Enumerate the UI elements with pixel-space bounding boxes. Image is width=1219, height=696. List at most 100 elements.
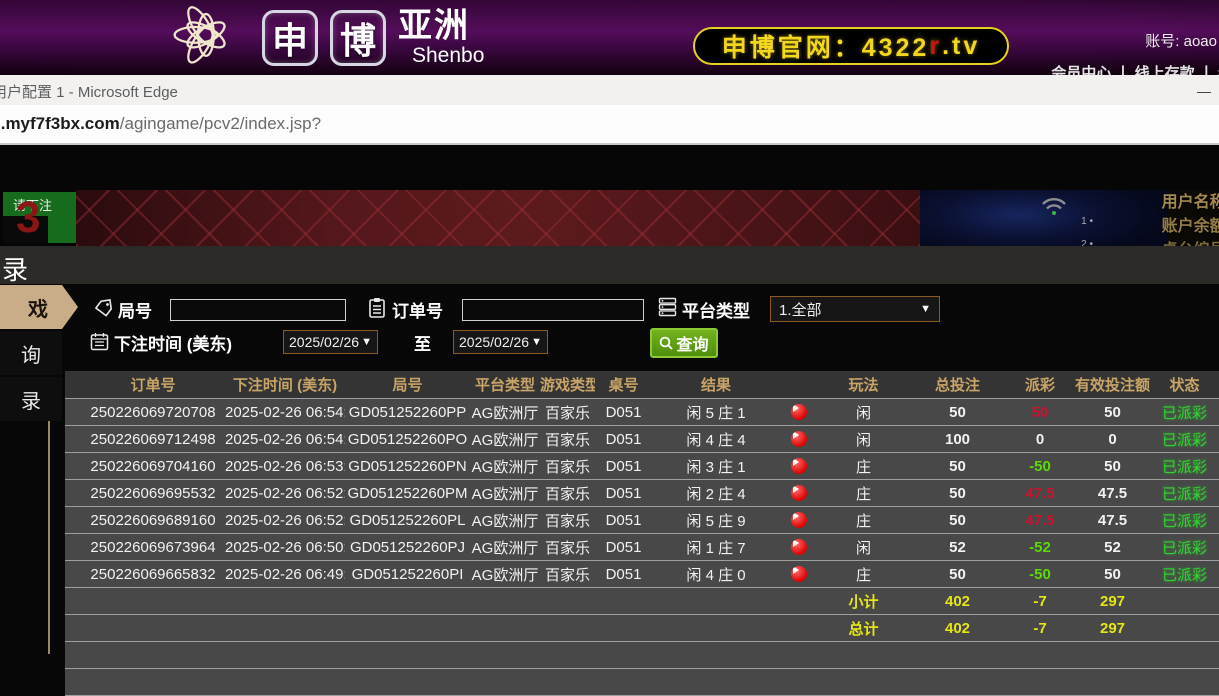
replay-button[interactable] (790, 458, 807, 474)
cell-replay (780, 458, 817, 474)
cell-total-bet: 100 (944, 430, 971, 448)
cell-replay (780, 539, 817, 555)
minimize-button[interactable]: — (1197, 83, 1211, 99)
sidebar-item[interactable]: 询 (0, 331, 62, 375)
browser-url-bar[interactable]: i.myf7f3bx.com/agingame/pcv2/index.jsp? (0, 105, 1219, 145)
casino-background (76, 190, 920, 246)
date-from-select[interactable]: 2025/02/26 ▼ (283, 330, 378, 354)
cell-platform: AG欧洲厅 (471, 431, 539, 449)
live-game-strip: 请下注 3 1 •2 • 用户名称:账户余额:桌台编号: (0, 190, 1219, 246)
replay-button[interactable] (790, 512, 807, 528)
order-id-label: 订单号 (392, 302, 443, 321)
bet-history-table: 订单号 下注时间 (美东) 局号 平台类型 游戏类型 桌号 结果 玩法 总投注 派彩 有效投注额 状态… (65, 371, 1219, 696)
cell-round-id: GD051252260PP (348, 403, 467, 421)
cell-bet-time: 2025-02-26 06:54:55 (225, 403, 345, 421)
col-header: 订单号 (130, 377, 176, 394)
tag-icon (94, 299, 113, 317)
cell-order-id: 250226069712498 (90, 430, 216, 448)
cell-game-type: 百家乐 (544, 458, 590, 476)
table-row: 250226069704160 2025-02-26 06:53:20GD0512… (65, 453, 1219, 480)
valid-bet-sum: 297 (1099, 619, 1126, 637)
cell-platform: AG欧洲厅 (471, 512, 539, 530)
official-site-text: 申博官网：4322 (721, 34, 930, 62)
replay-button[interactable] (790, 485, 807, 501)
site-header: 申 博 亚洲 Shenbo 申博官网：4322 r .tv 账号: aoao 会员中… (0, 0, 1219, 75)
cell-platform: AG欧洲厅 (471, 485, 539, 503)
cell-order-id: 250226069665832 (90, 565, 216, 583)
cell-table-no: D051 (605, 403, 642, 421)
cell-table-no: D051 (605, 430, 642, 448)
cell-order-id: 250226069689160 (90, 511, 216, 529)
cell-play: 庄 (855, 458, 871, 476)
order-id-input[interactable] (462, 299, 644, 321)
play-icon (792, 512, 799, 520)
bet-time-label: 下注时间 (美东) (114, 335, 233, 354)
platform-icon (658, 297, 677, 317)
cell-valid-bet: 47.5 (1097, 484, 1128, 502)
round-id-input[interactable] (170, 299, 346, 321)
date-to-select[interactable]: 2025/02/26 ▼ (453, 330, 548, 354)
cell-status: 已派彩 (1161, 431, 1207, 449)
cell-replay (780, 566, 817, 582)
play-icon (792, 404, 799, 412)
query-button[interactable]: 查询 (650, 328, 718, 358)
cell-replay (780, 512, 817, 528)
platform-type-value: 1.全部 (779, 301, 822, 319)
cell-order-id: 250226069673964 (90, 538, 216, 556)
cell-game-type: 百家乐 (544, 404, 590, 422)
cell-total-bet: 50 (949, 484, 966, 502)
cell-bet-time: 2025-02-26 06:50:41 (225, 538, 345, 556)
cell-valid-bet: 47.5 (1097, 511, 1128, 529)
cell-platform: AG欧洲厅 (471, 566, 539, 584)
cell-valid-bet: 50 (1104, 565, 1121, 583)
cell-status: 已派彩 (1161, 404, 1207, 422)
cell-bet-time: 2025-02-26 06:52:00 (225, 511, 345, 529)
brand-text: 亚洲 Shenbo (398, 9, 484, 66)
sidebar-item[interactable]: 录 (0, 377, 62, 421)
sidebar-item[interactable]: 戏 (0, 285, 78, 329)
cell-order-id: 250226069720708 (90, 403, 216, 421)
table-row: 250226069689160 2025-02-26 06:52:00GD0512… (65, 507, 1219, 534)
cell-total-bet: 50 (949, 565, 966, 583)
brand-logo: 申 博 亚洲 Shenbo (160, 0, 484, 75)
cell-game-type: 百家乐 (544, 539, 590, 557)
cell-payout: -50 (1029, 457, 1051, 475)
brand-char-box-1: 申 (262, 9, 318, 66)
col-header: 状态 (1169, 377, 1200, 394)
total-label: 总计 (848, 620, 879, 638)
cell-status: 已派彩 (1161, 485, 1207, 503)
col-header: 总投注 (934, 377, 980, 394)
platform-type-select[interactable]: 1.全部 ▼ (770, 296, 940, 322)
cell-total-bet: 50 (949, 457, 966, 475)
cell-total-bet: 50 (949, 511, 966, 529)
cell-status: 已派彩 (1161, 458, 1207, 476)
col-header: 桌号 (608, 377, 639, 394)
col-header: 结果 (700, 377, 731, 394)
countdown-number: 3 (16, 193, 41, 242)
main-content: 戏询录 局号 订单号 平台类型 1.全部 ▼ 下注时间 (美东) 2025/02… (0, 284, 1219, 696)
replay-button[interactable] (790, 566, 807, 582)
flower-logo-icon (173, 6, 226, 64)
table-row: 250226069673964 2025-02-26 06:50:41GD0512… (65, 534, 1219, 561)
table-row: 250226069712498 2025-02-26 06:54:09GD0512… (65, 426, 1219, 453)
brand-region: 亚洲 (398, 7, 470, 45)
cell-play: 闲 (855, 404, 871, 422)
replay-button[interactable] (790, 431, 807, 447)
page-title: 录 (2, 255, 29, 285)
cell-table-no: D051 (605, 457, 642, 475)
col-header: 有效投注额 (1075, 377, 1150, 394)
member-nav-links[interactable]: 会员中心 丨 线上存款 丨 线 (1051, 62, 1219, 75)
sidebar-divider (48, 421, 50, 654)
clipboard-icon (369, 298, 385, 318)
cell-platform: AG欧洲厅 (471, 539, 539, 557)
payout-sum: -7 (1033, 592, 1047, 610)
window-title: 用户配置 1 - Microsoft Edge (0, 84, 178, 101)
url-text[interactable]: i.myf7f3bx.com/agingame/pcv2/index.jsp? (0, 114, 321, 134)
subtotal-row: 小计 402 -7 297 (65, 588, 1219, 615)
table-row: 250226069665832 2025-02-26 06:49:54 GD0512… (65, 561, 1219, 588)
col-header: 下注时间 (美东) (232, 377, 338, 394)
col-header: 游戏类型 (540, 377, 595, 394)
cell-result: 闲 3 庄 1 (686, 458, 746, 476)
replay-button[interactable] (790, 404, 807, 420)
replay-button[interactable] (790, 539, 807, 555)
